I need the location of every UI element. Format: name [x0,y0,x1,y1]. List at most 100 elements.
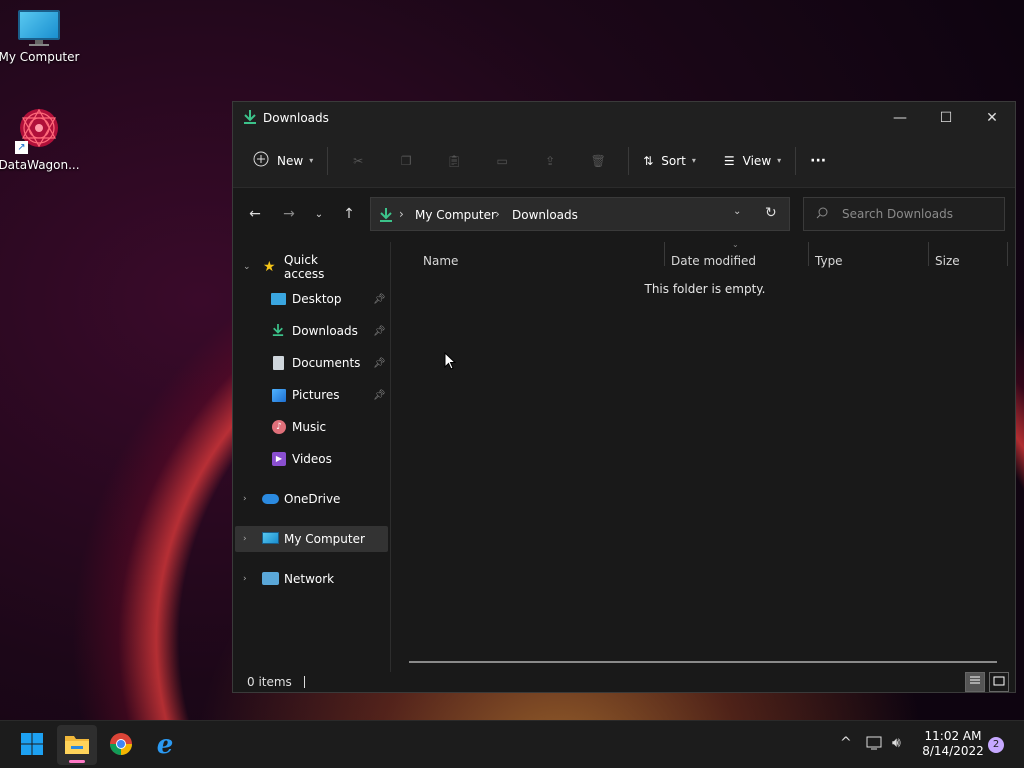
column-header-type[interactable]: Type [815,254,843,268]
volume-icon[interactable]: 🔊︎ [892,735,901,751]
desktop-icon-label: My Computer [0,50,80,64]
rename-button[interactable]: ▭ [478,144,526,178]
chevron-right-icon: › [399,207,404,221]
notification-badge[interactable]: 2 [988,737,1004,753]
clipboard-icon: 📋︎ [446,153,462,168]
view-button[interactable]: ☰ View ▾ [716,144,789,178]
breadcrumb-downloads[interactable]: Downloads [512,208,578,222]
sidebar-item-label: OneDrive [284,492,341,506]
arrow-right-icon: → [283,206,295,222]
monitor-icon [18,10,60,46]
documents-icon [273,356,284,370]
refresh-icon: ↻ [765,205,777,221]
refresh-button[interactable]: ↻ [765,205,777,221]
network-tray-icon[interactable] [866,735,884,755]
clock[interactable]: 11:02 AM 8/14/2022 [918,729,988,759]
chevron-right-icon[interactable]: › [243,534,247,544]
maximize-button[interactable]: ☐ [923,102,969,134]
new-button[interactable]: New ▾ [245,144,321,178]
column-divider[interactable] [928,242,929,266]
share-button[interactable]: ⇪ [526,144,574,178]
active-indicator [69,760,85,763]
chevron-down-icon: ▾ [777,156,782,165]
clock-date: 8/14/2022 [922,744,984,758]
large-icons-view-icon [993,675,1005,689]
sidebar-item-label: Quick access [284,253,325,281]
back-button[interactable]: ← [243,202,267,226]
titlebar[interactable]: Downloads — ☐ ✕ [233,102,1015,134]
recent-locations-button[interactable]: ⌄ [307,202,331,226]
sidebar-item-label: Documents [292,356,361,370]
chrome-icon [109,732,133,759]
sort-label: Sort [661,153,686,168]
new-label: New [277,153,304,168]
large-icons-view-button[interactable] [989,672,1009,692]
address-bar[interactable]: › My Computer › Downloads ⌄ ↻ [370,197,790,231]
minimize-button[interactable]: — [877,102,923,134]
search-input[interactable]: Search Downloads [803,197,1005,231]
cut-button[interactable]: ✂ [334,144,382,178]
start-button[interactable] [12,725,52,765]
up-button[interactable]: ↑ [337,202,361,226]
scissors-icon: ✂ [353,153,364,168]
forward-button[interactable]: → [277,202,301,226]
copy-icon: ❐ [400,153,412,168]
cloud-icon [262,494,279,504]
sidebar-item-label: Downloads [292,324,358,338]
chevron-down-icon: ⌄ [314,208,324,220]
close-button[interactable]: ✕ [969,102,1015,134]
pin-icon: 📌︎ [373,325,386,337]
taskbar-internet-explorer[interactable]: e [145,725,185,765]
desktop-icon-my-computer[interactable]: My Computer [0,10,80,64]
status-bar: 0 items [233,672,1015,692]
breadcrumb-my-computer[interactable]: My Computer [415,208,496,222]
sidebar-item-label: Desktop [292,292,342,306]
sidebar-item-label: Pictures [292,388,340,402]
chevron-down-icon[interactable]: ⌄ [243,262,251,272]
copy-button[interactable]: ❐ [382,144,430,178]
chevron-down-icon: ▾ [691,156,696,165]
sort-arrows-icon: ⇅ [643,153,654,168]
pictures-icon [272,388,286,402]
details-view-button[interactable] [965,672,985,692]
horizontal-scrollbar[interactable] [409,661,997,663]
monitor-icon [262,532,279,544]
videos-icon: ▶ [272,452,286,466]
column-divider[interactable] [664,242,665,266]
network-icon [262,572,279,585]
minimize-icon: — [893,110,907,126]
column-header-date-modified[interactable]: Date modified [671,254,756,268]
sidebar-item-label: My Computer [284,532,365,546]
sort-button[interactable]: ⇅ Sort ▾ [635,144,704,178]
download-icon [379,207,393,226]
sidebar-item-label: Videos [292,452,332,466]
taskbar-chrome[interactable] [101,725,141,765]
column-divider[interactable] [808,242,809,266]
chevron-right-icon[interactable]: › [243,494,247,504]
status-separator [303,676,305,688]
column-header-size[interactable]: Size [935,254,960,268]
chevron-right-icon[interactable]: › [243,574,247,584]
navigation-pane: ⌄ ★ Quick access Desktop 📌︎ Downloads 📌︎… [233,242,391,672]
file-list: Name ⌄ Date modified Type Size This fold… [391,240,1015,672]
more-options-button[interactable]: ··· [802,144,834,178]
chevron-right-icon: › [495,207,500,221]
toolbar-divider [327,146,329,175]
arrow-up-icon: ↑ [343,206,355,222]
paste-button[interactable]: 📋︎ [430,144,478,178]
star-icon: ★ [263,259,276,275]
taskbar-file-explorer[interactable] [57,725,97,765]
column-header-name[interactable]: Name [423,254,458,268]
empty-folder-message: This folder is empty. [644,282,766,296]
pin-icon: 📌︎ [373,293,386,305]
desktop-folder-icon [271,293,286,305]
sort-indicator-icon: ⌄ [732,240,739,249]
desktop-icon-datawagon[interactable]: ↗ DataWagon... [0,106,80,172]
delete-button[interactable]: 🗑︎ [574,144,622,178]
address-dropdown-button[interactable]: ⌄ [733,206,741,217]
show-hidden-icons-button[interactable]: ^ [840,735,852,751]
toolbar-divider [795,146,797,175]
column-divider[interactable] [1007,242,1008,266]
window-title: Downloads [263,111,329,125]
taskbar: e ^ 🔊︎ 11:02 AM 8/14/2022 2 [0,720,1024,768]
